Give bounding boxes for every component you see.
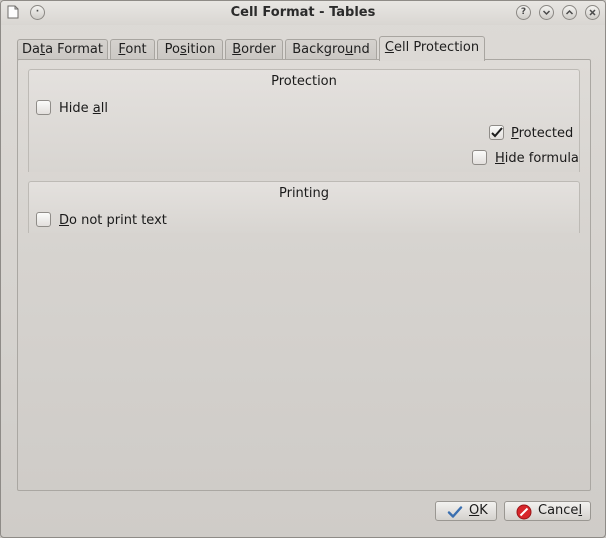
label-mnemonic: D	[59, 213, 70, 228]
label-text: ide formula	[504, 151, 579, 166]
button-mnemonic: O	[469, 503, 480, 518]
do-not-print-checkbox[interactable]	[36, 212, 51, 227]
button-mnemonic: l	[578, 503, 583, 518]
minimize-button[interactable]	[539, 5, 554, 20]
label-text: rotected	[518, 126, 574, 141]
tab-label: ont	[125, 42, 147, 57]
label-mnemonic: a	[92, 101, 101, 116]
label-mnemonic: P	[511, 126, 519, 141]
chevron-down-icon	[542, 10, 551, 16]
printing-group-title: Printing	[278, 186, 329, 201]
tab-mnemonic: B	[232, 42, 242, 57]
dialog-window: · Cell Format - Tables ? Data Format Fon…	[0, 0, 606, 538]
tab-label: ell Protection	[393, 40, 480, 55]
hide-all-checkbox[interactable]	[36, 100, 51, 115]
hide-all-label[interactable]: Hide all	[59, 101, 108, 116]
tab-background[interactable]: Background	[285, 39, 377, 60]
tab-label: order	[241, 42, 276, 57]
tab-label: a Format	[45, 42, 103, 57]
button-label: K	[479, 503, 488, 518]
tab-data-format[interactable]: Data Format	[17, 39, 108, 60]
ok-button[interactable]: OK	[435, 501, 497, 521]
do-not-print-label[interactable]: Do not print text	[59, 213, 167, 228]
tab-border[interactable]: Border	[225, 39, 283, 60]
protected-checkbox[interactable]	[489, 125, 504, 140]
label-mnemonic: H	[495, 151, 505, 166]
help-button[interactable]: ?	[516, 5, 531, 20]
tab-position[interactable]: Position	[157, 39, 223, 60]
tab-label: Da	[21, 42, 40, 57]
hide-formula-label[interactable]: Hide formula	[495, 151, 579, 166]
tab-mnemonic: s	[180, 42, 187, 57]
window-title: Cell Format - Tables	[230, 5, 376, 20]
close-icon	[589, 9, 596, 16]
close-button[interactable]	[585, 5, 600, 20]
cancel-button[interactable]: Cancel	[504, 501, 591, 521]
label-text: ll	[100, 101, 108, 116]
tab-label: nd	[353, 42, 370, 57]
protection-group-title: Protection	[271, 74, 337, 89]
tab-label: Backgro	[292, 42, 346, 57]
titlebar: · Cell Format - Tables ?	[1, 1, 605, 25]
check-icon	[491, 127, 503, 138]
protection-group: Protection Hide all Protected Hide formu…	[28, 69, 580, 172]
tab-panel-cell-protection: Protection Hide all Protected Hide formu…	[17, 59, 591, 491]
cancel-icon	[516, 504, 532, 520]
hide-formula-checkbox[interactable]	[472, 150, 487, 165]
tab-label: ition	[186, 42, 216, 57]
tab-label: Po	[164, 42, 181, 57]
tab-mnemonic: C	[384, 40, 394, 55]
maximize-button[interactable]	[562, 5, 577, 20]
tab-cell-protection[interactable]: Cell Protection	[379, 36, 485, 61]
protected-label[interactable]: Protected	[511, 126, 573, 141]
printing-group: Printing Do not print text	[28, 181, 580, 233]
button-label: Cance	[538, 503, 579, 518]
label-text: o not print text	[69, 213, 167, 228]
label-text: Hide	[59, 101, 93, 116]
chevron-up-icon	[565, 9, 574, 15]
check-icon	[447, 506, 463, 518]
tab-font[interactable]: Font	[110, 39, 155, 60]
